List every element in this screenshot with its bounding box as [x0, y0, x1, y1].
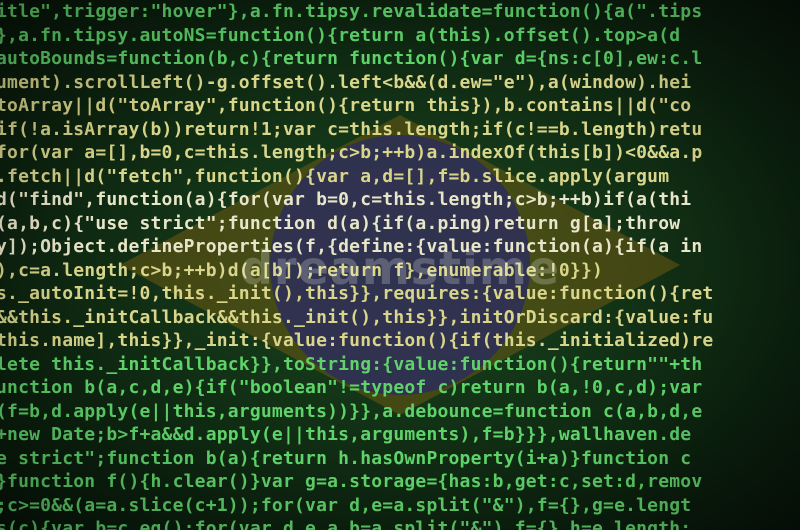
code-line: &&this._initCallback&&this._init(),this}… — [0, 306, 714, 328]
code-line: },a.fn.tipsy.autoNS=function(){return a(… — [0, 24, 681, 46]
code-line: itle",trigger:"hover"},a.fn.tipsy.revali… — [0, 1, 703, 22]
code-line: d("find",function(a){for(var b=0,c=this.… — [0, 189, 692, 210]
code-line: .fetch||d("fetch",function(){var a,d=[],… — [0, 165, 670, 187]
code-line: unction b(a,c,d,e){if("boolean"!=typeof … — [0, 377, 703, 398]
code-line: ument).scrollLeft()-g.offset().left<b&&(… — [0, 71, 692, 93]
photo-scene: itle",trigger:"hover"},a.fn.tipsy.revali… — [0, 0, 800, 530]
code-line: autoBounds=function(b,c){return function… — [0, 48, 703, 69]
code-line: toArray||d("toArray",function(){return t… — [0, 95, 692, 116]
watermark: dreamstime — [239, 241, 561, 295]
code-line: lete this._initCallback}},toString:{valu… — [0, 353, 703, 375]
code-line: (a,b,c){"use strict";function d(a){if(a.… — [0, 212, 681, 234]
code-line: (f=b,d.apply(e||this,arguments))}},a.deb… — [0, 400, 703, 422]
code-line: this.name],this}},_init:{value:function(… — [0, 330, 714, 351]
code-line: s(c){var b=c.eq();for(var d,e,a,b=a.spli… — [0, 518, 692, 530]
code-line: +new Date;b>f+a&&d.apply(e||this,argumen… — [0, 424, 692, 445]
code-line: if(!a.isArray(b))return!1;var c=this.len… — [0, 118, 703, 140]
code-line: for(var a=[],b=0,c=this.length;c>b;++b)a… — [0, 142, 703, 163]
code-line: ;c>=0&&(a=a.slice(c+1));for(var d,e=a.sp… — [0, 494, 692, 516]
code-line: e strict";function b(a){return h.hasOwnP… — [0, 447, 692, 469]
code-line: }function f(){h.clear()}var g=a.storage=… — [0, 471, 703, 492]
